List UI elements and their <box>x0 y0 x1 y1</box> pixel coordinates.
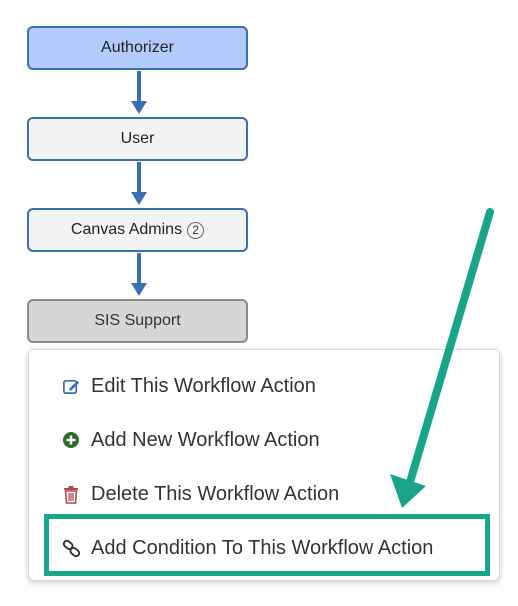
menu-item-label: Delete This Workflow Action <box>91 482 340 505</box>
menu-item-add-condition[interactable]: Add Condition To This Workflow Action <box>61 532 433 564</box>
edit-icon <box>61 376 81 396</box>
node-label: Authorizer <box>101 39 174 56</box>
node-label: SIS Support <box>94 312 181 329</box>
workflow-node-canvas-admins[interactable]: Canvas Admins 2 <box>27 208 248 252</box>
menu-item-label: Edit This Workflow Action <box>91 374 316 397</box>
count-badge: 2 <box>187 221 205 239</box>
connector-arrowhead <box>131 192 147 205</box>
workflow-action-context-menu: Edit This Workflow Action Add New Workfl… <box>28 349 500 581</box>
menu-item-edit-workflow-action[interactable]: Edit This Workflow Action <box>61 370 316 402</box>
menu-item-label: Add Condition To This Workflow Action <box>91 536 434 559</box>
connector-arrowhead <box>131 101 147 114</box>
menu-item-delete-workflow-action[interactable]: Delete This Workflow Action <box>61 478 339 510</box>
link-icon <box>61 538 81 558</box>
workflow-node-user[interactable]: User <box>27 117 248 161</box>
menu-item-add-workflow-action[interactable]: Add New Workflow Action <box>61 424 320 456</box>
node-label: User <box>120 130 155 147</box>
workflow-node-sis-support[interactable]: SIS Support <box>27 299 248 343</box>
menu-item-label: Add New Workflow Action <box>91 428 320 451</box>
node-label: Canvas Admins <box>70 221 183 238</box>
workflow-node-authorizer[interactable]: Authorizer <box>27 26 248 70</box>
connector-arrowhead <box>131 283 147 296</box>
trash-icon <box>61 484 81 504</box>
plus-circle-icon <box>61 430 81 450</box>
